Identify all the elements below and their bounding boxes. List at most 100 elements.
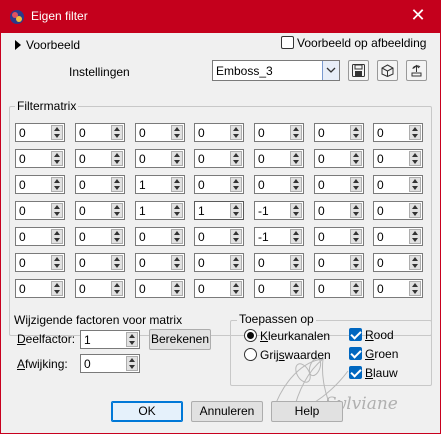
matrix-cell-r2-c3[interactable]: 0 xyxy=(135,149,185,168)
matrix-cell-r2-c4[interactable]: 0 xyxy=(194,149,244,168)
spinner-arrows-icon[interactable] xyxy=(171,151,183,166)
spinner-arrows-icon[interactable] xyxy=(111,281,123,296)
matrix-cell-r5-c1[interactable]: 0 xyxy=(15,227,65,246)
spinner-arrows-icon[interactable] xyxy=(409,151,421,166)
title-bar[interactable]: Eigen filter ✕ xyxy=(0,0,441,33)
spinner-arrows-icon[interactable] xyxy=(350,255,362,270)
spinner-arrows-icon[interactable] xyxy=(126,356,138,371)
spinner-arrows-icon[interactable] xyxy=(230,203,242,218)
spinner-arrows-icon[interactable] xyxy=(409,281,421,296)
spinner-arrows-icon[interactable] xyxy=(290,203,302,218)
spinner-arrows-icon[interactable] xyxy=(111,255,123,270)
calculate-button[interactable]: Berekenen xyxy=(149,329,211,350)
matrix-cell-r4-c5[interactable]: -1 xyxy=(254,201,304,220)
spinner-arrows-icon[interactable] xyxy=(126,332,138,347)
spinner-arrows-icon[interactable] xyxy=(51,125,63,140)
close-button[interactable]: ✕ xyxy=(395,0,441,33)
spinner-arrows-icon[interactable] xyxy=(171,203,183,218)
matrix-cell-r3-c7[interactable]: 0 xyxy=(373,175,423,194)
checkbox-box[interactable] xyxy=(281,36,294,49)
spinner-arrows-icon[interactable] xyxy=(409,125,421,140)
matrix-cell-r1-c4[interactable]: 0 xyxy=(194,123,244,142)
spinner-arrows-icon[interactable] xyxy=(111,125,123,140)
matrix-cell-r6-c7[interactable]: 0 xyxy=(373,253,423,272)
matrix-cell-r6-c5[interactable]: 0 xyxy=(254,253,304,272)
matrix-cell-r5-c4[interactable]: 0 xyxy=(194,227,244,246)
restore-button[interactable] xyxy=(406,60,427,81)
matrix-cell-r7-c5[interactable]: 0 xyxy=(254,279,304,298)
spinner-arrows-icon[interactable] xyxy=(111,151,123,166)
spinner-arrows-icon[interactable] xyxy=(409,203,421,218)
matrix-cell-r3-c5[interactable]: 0 xyxy=(254,175,304,194)
matrix-cell-r3-c1[interactable]: 0 xyxy=(15,175,65,194)
matrix-cell-r6-c2[interactable]: 0 xyxy=(75,253,125,272)
matrix-cell-r7-c2[interactable]: 0 xyxy=(75,279,125,298)
spinner-arrows-icon[interactable] xyxy=(350,125,362,140)
spinner-arrows-icon[interactable] xyxy=(111,203,123,218)
spinner-arrows-icon[interactable] xyxy=(350,151,362,166)
matrix-cell-r2-c2[interactable]: 0 xyxy=(75,149,125,168)
matrix-cell-r2-c1[interactable]: 0 xyxy=(15,149,65,168)
preset-combobox[interactable]: Emboss_3 xyxy=(212,60,340,81)
matrix-cell-r3-c2[interactable]: 0 xyxy=(75,175,125,194)
checkbox-green[interactable] xyxy=(349,347,362,360)
spinner-arrows-icon[interactable] xyxy=(290,229,302,244)
matrix-cell-r5-c7[interactable]: 0 xyxy=(373,227,423,246)
spinner-arrows-icon[interactable] xyxy=(350,229,362,244)
checkbox-red[interactable] xyxy=(349,328,362,341)
matrix-cell-r4-c3[interactable]: 1 xyxy=(135,201,185,220)
matrix-cell-r4-c4[interactable]: 1 xyxy=(194,201,244,220)
spinner-arrows-icon[interactable] xyxy=(51,281,63,296)
matrix-cell-r1-c2[interactable]: 0 xyxy=(75,123,125,142)
matrix-cell-r1-c5[interactable]: 0 xyxy=(254,123,304,142)
divisor-spinner[interactable]: 1 xyxy=(80,330,140,349)
spinner-arrows-icon[interactable] xyxy=(51,255,63,270)
option-color-channels[interactable]: Kleurkanalen xyxy=(244,329,330,343)
matrix-cell-r7-c3[interactable]: 0 xyxy=(135,279,185,298)
matrix-cell-r1-c7[interactable]: 0 xyxy=(373,123,423,142)
spinner-arrows-icon[interactable] xyxy=(290,151,302,166)
reset-button[interactable] xyxy=(377,60,398,81)
spinner-arrows-icon[interactable] xyxy=(409,177,421,192)
matrix-cell-r6-c1[interactable]: 0 xyxy=(15,253,65,272)
spinner-arrows-icon[interactable] xyxy=(290,177,302,192)
option-grayscale[interactable]: Grijswaarden xyxy=(244,348,331,362)
spinner-arrows-icon[interactable] xyxy=(171,125,183,140)
preview-toggle[interactable]: Voorbeeld xyxy=(15,38,80,52)
matrix-cell-r1-c3[interactable]: 0 xyxy=(135,123,185,142)
matrix-cell-r6-c3[interactable]: 0 xyxy=(135,253,185,272)
radio-grayscale[interactable] xyxy=(244,348,257,361)
spinner-arrows-icon[interactable] xyxy=(290,255,302,270)
matrix-cell-r4-c2[interactable]: 0 xyxy=(75,201,125,220)
spinner-arrows-icon[interactable] xyxy=(230,151,242,166)
spinner-arrows-icon[interactable] xyxy=(350,177,362,192)
matrix-cell-r4-c1[interactable]: 0 xyxy=(15,201,65,220)
channel-green[interactable]: Groen xyxy=(349,347,398,361)
spinner-arrows-icon[interactable] xyxy=(111,177,123,192)
chevron-down-icon[interactable] xyxy=(322,61,339,80)
matrix-cell-r7-c1[interactable]: 0 xyxy=(15,279,65,298)
spinner-arrows-icon[interactable] xyxy=(51,203,63,218)
matrix-cell-r1-c6[interactable]: 0 xyxy=(314,123,364,142)
spinner-arrows-icon[interactable] xyxy=(171,177,183,192)
spinner-arrows-icon[interactable] xyxy=(230,177,242,192)
matrix-cell-r7-c6[interactable]: 0 xyxy=(314,279,364,298)
spinner-arrows-icon[interactable] xyxy=(409,229,421,244)
spinner-arrows-icon[interactable] xyxy=(230,255,242,270)
matrix-cell-r2-c6[interactable]: 0 xyxy=(314,149,364,168)
cancel-button[interactable]: Annuleren xyxy=(191,401,263,422)
help-button[interactable]: Help xyxy=(271,401,343,422)
spinner-arrows-icon[interactable] xyxy=(350,203,362,218)
spinner-arrows-icon[interactable] xyxy=(290,125,302,140)
spinner-arrows-icon[interactable] xyxy=(230,281,242,296)
matrix-cell-r5-c2[interactable]: 0 xyxy=(75,227,125,246)
matrix-cell-r6-c6[interactable]: 0 xyxy=(314,253,364,272)
matrix-cell-r4-c7[interactable]: 0 xyxy=(373,201,423,220)
spinner-arrows-icon[interactable] xyxy=(409,255,421,270)
spinner-arrows-icon[interactable] xyxy=(171,281,183,296)
matrix-cell-r7-c7[interactable]: 0 xyxy=(373,279,423,298)
preview-on-image-checkbox[interactable]: Voorbeeld op afbeelding xyxy=(281,36,426,50)
matrix-cell-r5-c5[interactable]: -1 xyxy=(254,227,304,246)
spinner-arrows-icon[interactable] xyxy=(51,151,63,166)
matrix-cell-r3-c3[interactable]: 1 xyxy=(135,175,185,194)
